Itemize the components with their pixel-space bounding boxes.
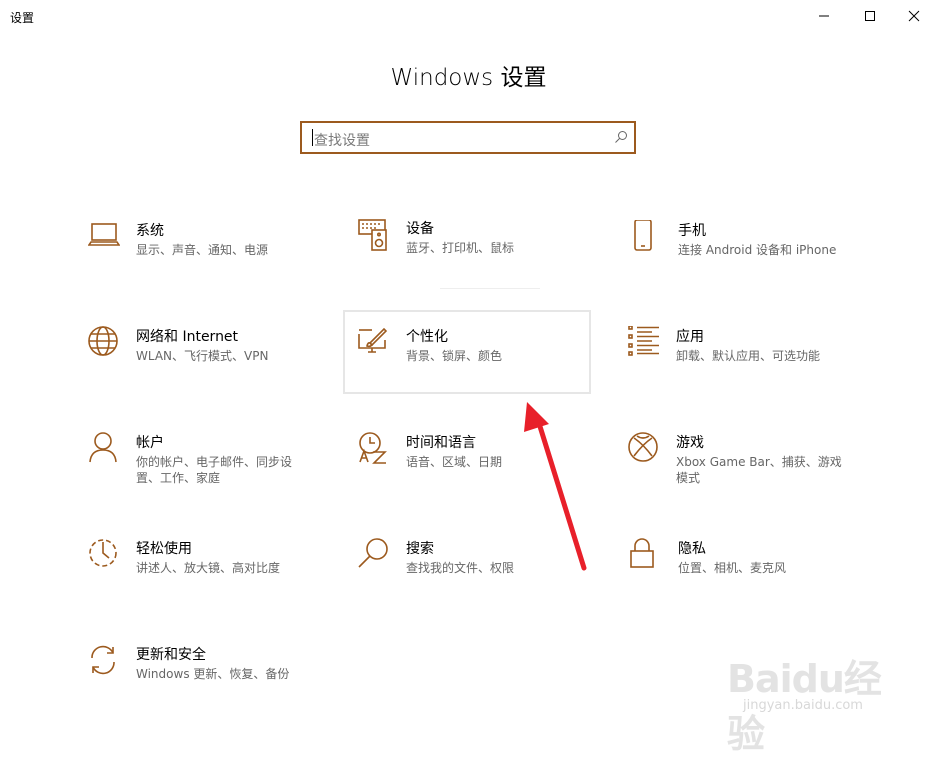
laptop-icon — [88, 223, 120, 246]
tile-name: 系统 — [136, 223, 164, 239]
tile-name: 搜索 — [406, 541, 434, 557]
text-caret — [312, 129, 313, 146]
maximize-icon — [865, 11, 875, 21]
tile-system[interactable]: 系统 显示、声音、通知、电源 — [88, 220, 338, 304]
tile-description: Xbox Game Bar、捕获、游戏模式 — [676, 455, 842, 485]
tile-name: 更新和安全 — [136, 647, 206, 663]
close-button[interactable] — [891, 0, 937, 32]
magnifier-icon — [358, 538, 388, 568]
title-bar: 设置 — [0, 0, 937, 32]
tile-description: 卸载、默认应用、可选功能 — [676, 349, 821, 363]
tile-description: 你的帐户、电子邮件、同步设置、工作、家庭 — [136, 455, 293, 485]
tile-description: 讲述人、放大镜、高对比度 — [136, 561, 281, 575]
tile-personalization[interactable]: 个性化 背景、锁屏、颜色 — [358, 326, 608, 410]
tile-description: 位置、相机、麦克风 — [678, 561, 787, 575]
tile-time-language[interactable]: 时间和语言 语音、区域、日期 — [358, 432, 608, 516]
clock-language-icon — [359, 432, 387, 464]
tile-search[interactable]: 搜索 查找我的文件、权限 — [358, 538, 608, 622]
tile-description: 蓝牙、打印机、鼠标 — [406, 241, 515, 255]
tile-phone[interactable]: 手机 连接 Android 设备和 iPhone — [630, 220, 880, 304]
page-title: Windows 设置 — [390, 65, 547, 91]
tile-name: 轻松使用 — [136, 541, 192, 557]
tile-name: 设备 — [406, 221, 434, 237]
tile-description: 连接 Android 设备和 iPhone — [678, 243, 837, 257]
tile-name: 应用 — [676, 329, 704, 345]
accessibility-timer-icon — [89, 539, 117, 567]
globe-icon — [88, 326, 118, 356]
tile-devices[interactable]: 设备 蓝牙、打印机、鼠标 — [358, 218, 608, 302]
tile-apps[interactable]: 应用 卸载、默认应用、可选功能 — [628, 326, 878, 410]
search-box[interactable]: 查找设置 — [300, 121, 636, 154]
close-icon — [908, 10, 920, 22]
tile-description: 背景、锁屏、颜色 — [406, 349, 503, 363]
search-input[interactable]: 查找设置 — [314, 130, 370, 150]
tile-name: 帐户 — [136, 435, 164, 451]
sync-icon — [91, 645, 115, 675]
minimize-button[interactable] — [801, 0, 847, 32]
watermark: Baidu经验 jingyan.baidu.com — [727, 640, 917, 756]
tile-privacy[interactable]: 隐私 位置、相机、麦克风 — [630, 538, 880, 622]
maximize-button[interactable] — [847, 0, 893, 32]
phone-icon — [634, 220, 652, 251]
tile-description: WLAN、飞行模式、VPN — [136, 349, 269, 363]
tile-name: 隐私 — [678, 541, 706, 557]
watermark-url: jingyan.baidu.com — [743, 698, 863, 713]
paint-monitor-icon — [358, 327, 388, 353]
tile-description: 查找我的文件、权限 — [406, 561, 515, 575]
tile-gaming[interactable]: 游戏 Xbox Game Bar、捕获、游戏模式 — [628, 432, 878, 516]
tile-description: Windows 更新、恢复、备份 — [136, 667, 290, 681]
tile-accounts[interactable]: 帐户 你的帐户、电子邮件、同步设置、工作、家庭 — [88, 432, 338, 516]
tile-name: 游戏 — [676, 435, 704, 451]
tile-name: 手机 — [678, 223, 706, 239]
search-icon[interactable] — [614, 130, 628, 144]
app-list-icon — [628, 326, 659, 356]
tile-update-security[interactable]: 更新和安全 Windows 更新、恢复、备份 — [88, 644, 338, 728]
window-title: 设置 — [10, 11, 35, 25]
tile-description: 语音、区域、日期 — [406, 455, 503, 469]
lock-icon — [630, 538, 654, 568]
person-icon — [89, 432, 117, 463]
xbox-icon — [628, 432, 658, 462]
tile-name: 个性化 — [406, 329, 448, 345]
tile-description: 显示、声音、通知、电源 — [136, 243, 269, 257]
minimize-icon — [819, 15, 829, 17]
tile-name: 网络和 Internet — [136, 329, 239, 345]
tile-network[interactable]: 网络和 Internet WLAN、飞行模式、VPN — [88, 326, 338, 410]
tile-ease-of-access[interactable]: 轻松使用 讲述人、放大镜、高对比度 — [88, 538, 338, 622]
keyboard-speaker-icon — [358, 219, 387, 251]
tile-name: 时间和语言 — [406, 435, 476, 451]
